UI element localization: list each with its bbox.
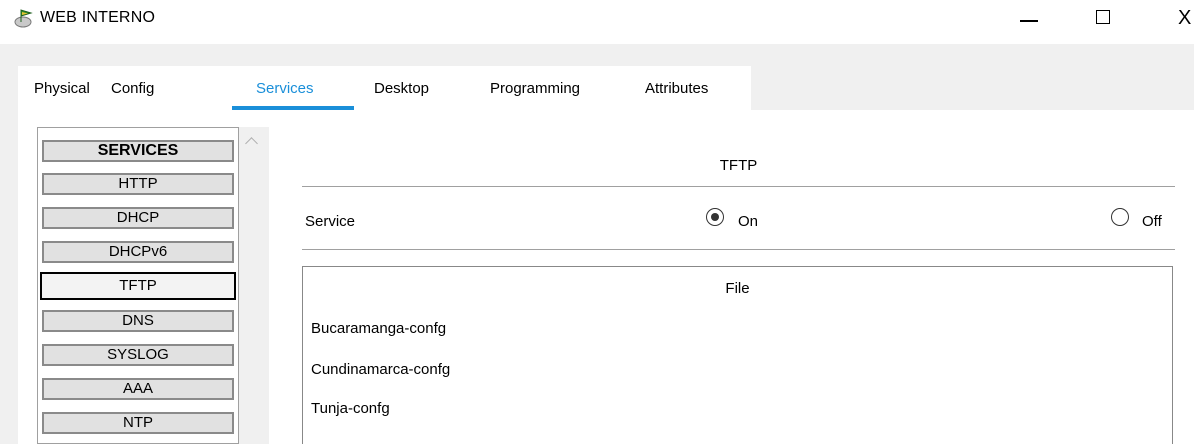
service-label: Service (305, 213, 356, 230)
close-icon: X (1178, 7, 1192, 29)
service-item-ntp[interactable]: NTP (42, 412, 234, 434)
tab-attributes[interactable]: Attributes (645, 80, 708, 97)
service-off-label[interactable]: Off (1142, 213, 1162, 230)
service-item-aaa[interactable]: AAA (42, 378, 234, 400)
services-header: SERVICES (42, 140, 234, 162)
file-item[interactable]: Bucaramanga-confg (311, 320, 446, 337)
file-column-header: File (725, 280, 750, 297)
service-item-tftp[interactable]: TFTP (40, 272, 236, 300)
scroll-up-icon[interactable] (245, 137, 258, 150)
tab-services[interactable]: Services (256, 80, 314, 97)
service-item-dhcpv6[interactable]: DHCPv6 (42, 241, 234, 263)
tab-programming[interactable]: Programming (490, 80, 580, 97)
service-item-syslog[interactable]: SYSLOG (42, 344, 234, 366)
services-scrollbar[interactable] (239, 127, 269, 444)
divider (302, 249, 1175, 250)
service-on-label[interactable]: On (738, 213, 758, 230)
service-item-dns[interactable]: DNS (42, 310, 234, 332)
tab-config[interactable]: Config (111, 80, 154, 97)
divider (302, 186, 1175, 187)
tftp-title: TFTP (719, 157, 758, 174)
tab-bar: Physical Config Services Desktop Program… (18, 66, 751, 110)
title-bar: WEB INTERNO X (0, 0, 1194, 44)
service-item-http[interactable]: HTTP (42, 173, 234, 195)
file-item[interactable]: Cundinamarca-confg (311, 361, 450, 378)
file-item[interactable]: Tunja-confg (311, 400, 390, 417)
minimize-button[interactable] (1014, 6, 1044, 32)
tab-desktop[interactable]: Desktop (374, 80, 429, 97)
window-title: WEB INTERNO (40, 9, 156, 26)
service-item-dhcp[interactable]: DHCP (42, 207, 234, 229)
service-on-radio[interactable] (706, 208, 724, 226)
tab-physical[interactable]: Physical (34, 80, 90, 97)
close-button[interactable]: X (1176, 6, 1194, 32)
app-icon (14, 9, 33, 28)
maximize-button[interactable] (1088, 6, 1118, 32)
service-off-radio[interactable] (1111, 208, 1129, 226)
